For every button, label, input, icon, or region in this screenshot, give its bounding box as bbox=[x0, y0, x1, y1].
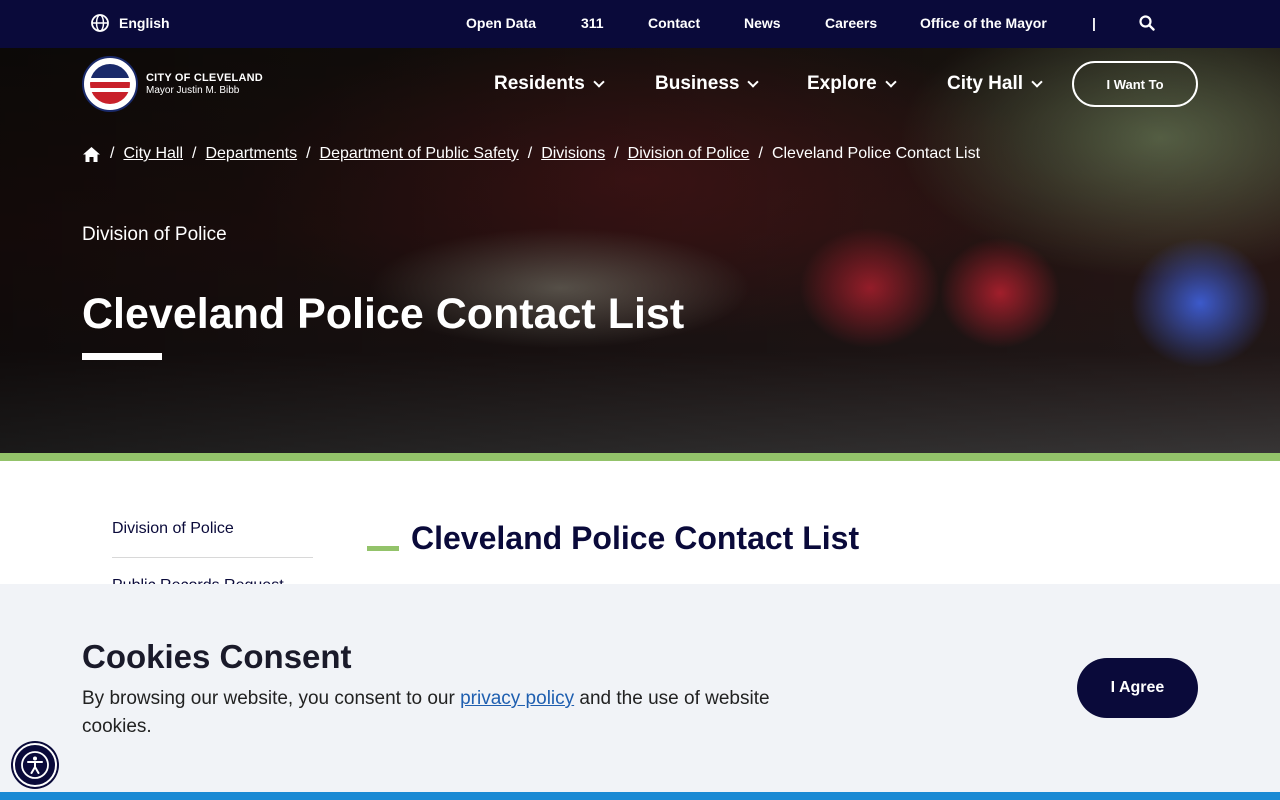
breadcrumb-separator: / bbox=[110, 145, 115, 162]
breadcrumb-current: Cleveland Police Contact List bbox=[771, 145, 981, 162]
breadcrumb-separator: / bbox=[527, 145, 533, 162]
utility-link-open-data[interactable]: Open Data bbox=[466, 15, 536, 31]
logo-city-name: CITY OF CLEVELAND bbox=[146, 72, 263, 84]
chevron-down-icon bbox=[1031, 75, 1043, 88]
logo-mayor-name: Mayor Justin M. Bibb bbox=[146, 85, 240, 96]
content-title: Cleveland Police Contact List bbox=[411, 520, 860, 556]
sidebar-divider bbox=[112, 557, 313, 558]
cookie-text: By browsing our website, you consent to … bbox=[82, 685, 842, 741]
hero-subtitle: Division of Police bbox=[82, 224, 227, 245]
cookie-text-before: By browsing our website, you consent to … bbox=[82, 688, 461, 709]
home-icon[interactable] bbox=[82, 146, 101, 163]
breadcrumb-link-divisions[interactable]: Divisions bbox=[541, 145, 605, 163]
city-logo[interactable]: CITY OF CLEVELAND Mayor Justin M. Bibb bbox=[82, 56, 263, 112]
bottom-strip bbox=[0, 792, 1280, 800]
utility-link-office-of-the-mayor[interactable]: Office of the Mayor bbox=[920, 15, 1047, 31]
utility-link-311[interactable]: 311 bbox=[581, 15, 604, 31]
breadcrumb-separator: / bbox=[614, 145, 619, 162]
sidebar-item-division-of-police[interactable]: Division of Police bbox=[112, 520, 234, 538]
utility-link-careers[interactable]: Careers bbox=[825, 15, 877, 31]
breadcrumb-separator: / bbox=[306, 145, 311, 162]
cookie-banner: Cookies Consent By browsing our website,… bbox=[0, 584, 1280, 800]
globe-icon bbox=[91, 14, 109, 32]
nav-item-business[interactable]: Business bbox=[655, 73, 760, 95]
utility-link-news[interactable]: News bbox=[744, 15, 781, 31]
breadcrumb-link-departments[interactable]: Departments bbox=[205, 145, 297, 163]
breadcrumb: / City Hall / Departments / Department o… bbox=[82, 145, 980, 163]
chevron-down-icon bbox=[885, 75, 897, 88]
breadcrumb-link-city-hall[interactable]: City Hall bbox=[123, 145, 183, 163]
language-selector[interactable]: English bbox=[90, 13, 170, 33]
nav-item-city-hall[interactable]: City Hall bbox=[947, 73, 1043, 95]
nav-item-label: Residents bbox=[494, 73, 585, 94]
title-underline bbox=[82, 353, 162, 360]
accessibility-icon bbox=[21, 751, 49, 779]
utility-bar: English Open Data 311 Contact News Caree… bbox=[0, 0, 1280, 48]
chevron-down-icon bbox=[593, 75, 605, 88]
cookie-title: Cookies Consent bbox=[82, 638, 352, 675]
nav-item-explore[interactable]: Explore bbox=[807, 73, 897, 95]
nav-item-residents[interactable]: Residents bbox=[494, 73, 605, 95]
page-title: Cleveland Police Contact List bbox=[82, 290, 685, 338]
accessibility-button[interactable] bbox=[13, 743, 57, 787]
agree-button[interactable]: I Agree bbox=[1077, 658, 1198, 718]
accent-band bbox=[0, 453, 1280, 461]
city-seal bbox=[82, 56, 138, 112]
search-icon bbox=[1139, 15, 1155, 31]
breadcrumb-link-public-safety[interactable]: Department of Public Safety bbox=[320, 145, 519, 163]
utility-separator: | bbox=[1092, 15, 1096, 31]
nav-item-label: Explore bbox=[807, 73, 877, 94]
nav-item-label: Business bbox=[655, 73, 740, 94]
utility-link-contact[interactable]: Contact bbox=[648, 15, 700, 31]
breadcrumb-separator: / bbox=[758, 145, 763, 162]
breadcrumb-link-division-of-police[interactable]: Division of Police bbox=[628, 145, 750, 163]
nav-item-label: City Hall bbox=[947, 73, 1024, 94]
i-want-to-button[interactable]: I Want To bbox=[1072, 61, 1198, 107]
search-button[interactable] bbox=[1139, 15, 1155, 34]
breadcrumb-separator: / bbox=[192, 145, 197, 162]
content-title-accent bbox=[367, 546, 399, 551]
language-label: English bbox=[119, 15, 170, 31]
privacy-policy-link[interactable]: privacy policy bbox=[460, 688, 574, 709]
chevron-down-icon bbox=[747, 75, 760, 88]
